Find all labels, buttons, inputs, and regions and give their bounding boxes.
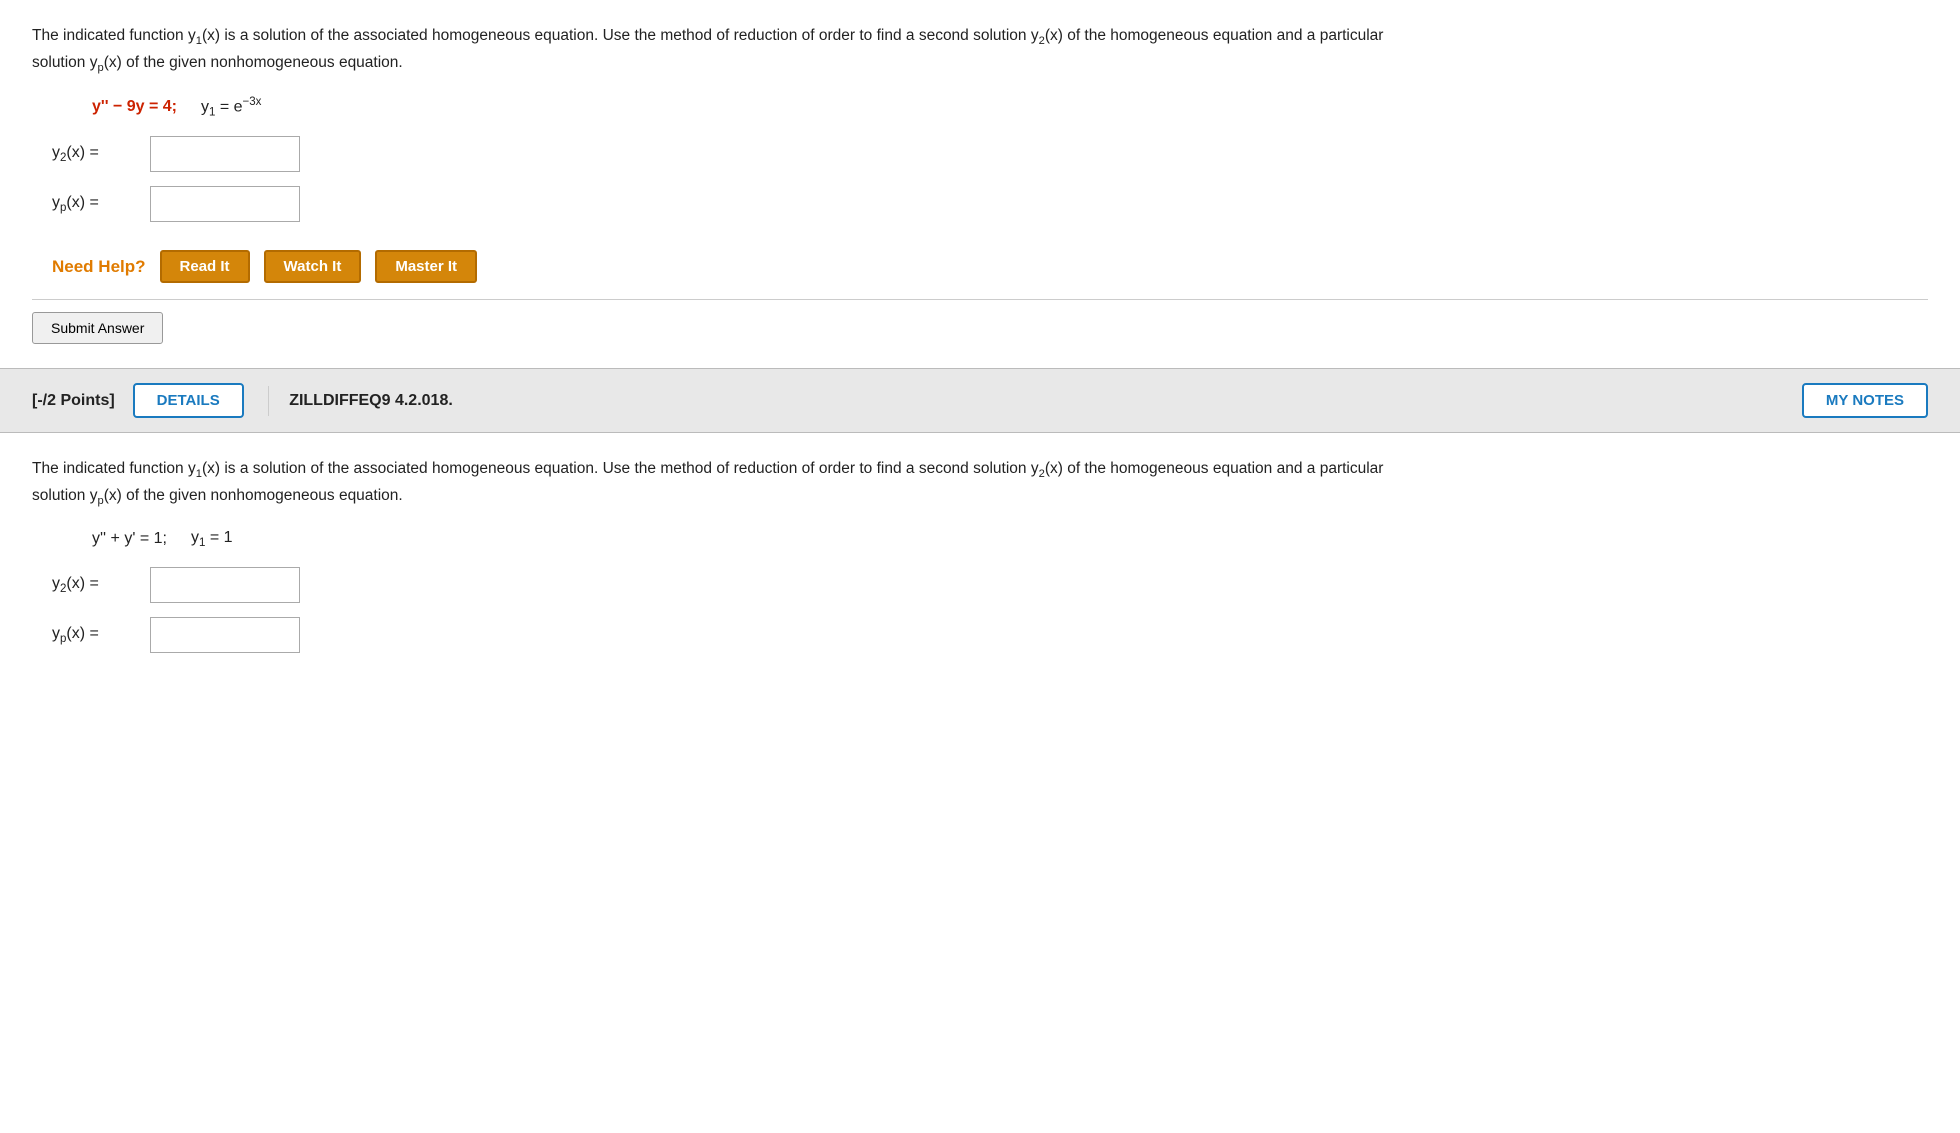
yp-input-top[interactable] bbox=[150, 186, 300, 222]
equation-text-bottom: y'' + y' = 1; bbox=[92, 530, 167, 548]
yp-row-bottom: yp(x) = bbox=[52, 617, 1928, 653]
problem-description-top: The indicated function y1(x) is a soluti… bbox=[32, 24, 1432, 78]
y1-label-top: y1 = e−3x bbox=[201, 96, 261, 119]
problem-description-bottom: The indicated function y1(x) is a soluti… bbox=[32, 457, 1432, 511]
submit-answer-button[interactable]: Submit Answer bbox=[32, 312, 163, 344]
my-notes-button[interactable]: MY NOTES bbox=[1802, 383, 1928, 418]
yp-math-label-bottom: yp(x) = bbox=[52, 625, 142, 645]
yp-input-bottom[interactable] bbox=[150, 617, 300, 653]
y2-math-label-top: y2(x) = bbox=[52, 144, 142, 164]
divider-section: [-/2 Points] DETAILS ZILLDIFFEQ9 4.2.018… bbox=[0, 368, 1960, 433]
y2-input-bottom[interactable] bbox=[150, 567, 300, 603]
yp-row-top: yp(x) = bbox=[52, 186, 1928, 222]
yp-math-label-top: yp(x) = bbox=[52, 194, 142, 214]
y2-row-top: y2(x) = bbox=[52, 136, 1928, 172]
watch-it-button[interactable]: Watch It bbox=[264, 250, 362, 283]
equation-line-top: y'' − 9y = 4; y1 = e−3x bbox=[92, 96, 1928, 119]
y2-row-bottom: y2(x) = bbox=[52, 567, 1928, 603]
read-it-button[interactable]: Read It bbox=[160, 250, 250, 283]
bottom-section: The indicated function y1(x) is a soluti… bbox=[0, 433, 1960, 685]
need-help-row: Need Help? Read It Watch It Master It bbox=[52, 250, 1928, 283]
equation-block-top: y'' − 9y = 4; y1 = e−3x bbox=[92, 96, 1928, 119]
master-it-button[interactable]: Master It bbox=[375, 250, 477, 283]
y2-input-top[interactable] bbox=[150, 136, 300, 172]
equation-block-bottom: y'' + y' = 1; y1 = 1 bbox=[92, 529, 1928, 549]
y1-label-bottom: y1 = 1 bbox=[191, 529, 233, 549]
top-section: The indicated function y1(x) is a soluti… bbox=[0, 0, 1960, 360]
equation-text-top: y'' − 9y = 4; bbox=[92, 98, 177, 116]
problem-id: ZILLDIFFEQ9 4.2.018. bbox=[289, 392, 1784, 410]
submit-row: Submit Answer bbox=[32, 299, 1928, 344]
details-button[interactable]: DETAILS bbox=[133, 383, 244, 418]
equation-line-bottom: y'' + y' = 1; y1 = 1 bbox=[92, 529, 1928, 549]
need-help-label: Need Help? bbox=[52, 257, 146, 277]
y2-math-label-bottom: y2(x) = bbox=[52, 575, 142, 595]
points-label: [-/2 Points] bbox=[32, 392, 115, 410]
